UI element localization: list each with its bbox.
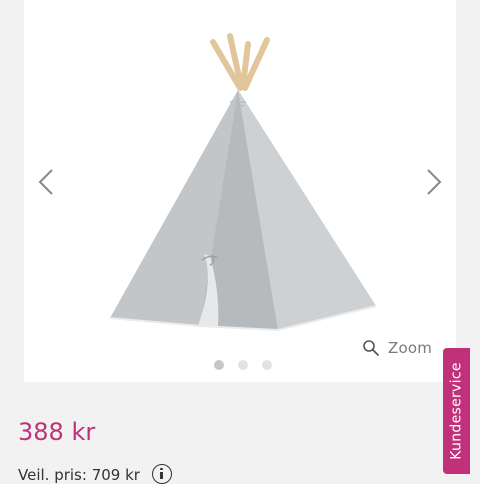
product-price: 388 kr [18, 418, 96, 446]
gallery-dot-3[interactable] [262, 360, 272, 370]
previous-image-button[interactable] [32, 166, 62, 198]
info-icon[interactable] [152, 464, 172, 484]
chevron-right-icon [427, 169, 442, 195]
zoom-button[interactable]: Zoom [362, 336, 432, 360]
page-gutter [0, 0, 24, 382]
gallery-pagination [214, 360, 272, 370]
customer-service-label: Kundeservice [448, 362, 465, 460]
recommended-price: Veil. pris: 709 kr [18, 466, 140, 484]
magnifier-icon [363, 340, 379, 356]
gallery-dot-2[interactable] [238, 360, 248, 370]
teepee-tent-icon[interactable] [80, 30, 400, 340]
gallery-dot-1[interactable] [214, 360, 224, 370]
customer-service-tab[interactable]: Kundeservice [443, 348, 470, 474]
chevron-left-icon [38, 169, 53, 195]
zoom-label: Zoom [388, 339, 433, 357]
next-image-button[interactable] [420, 166, 450, 198]
